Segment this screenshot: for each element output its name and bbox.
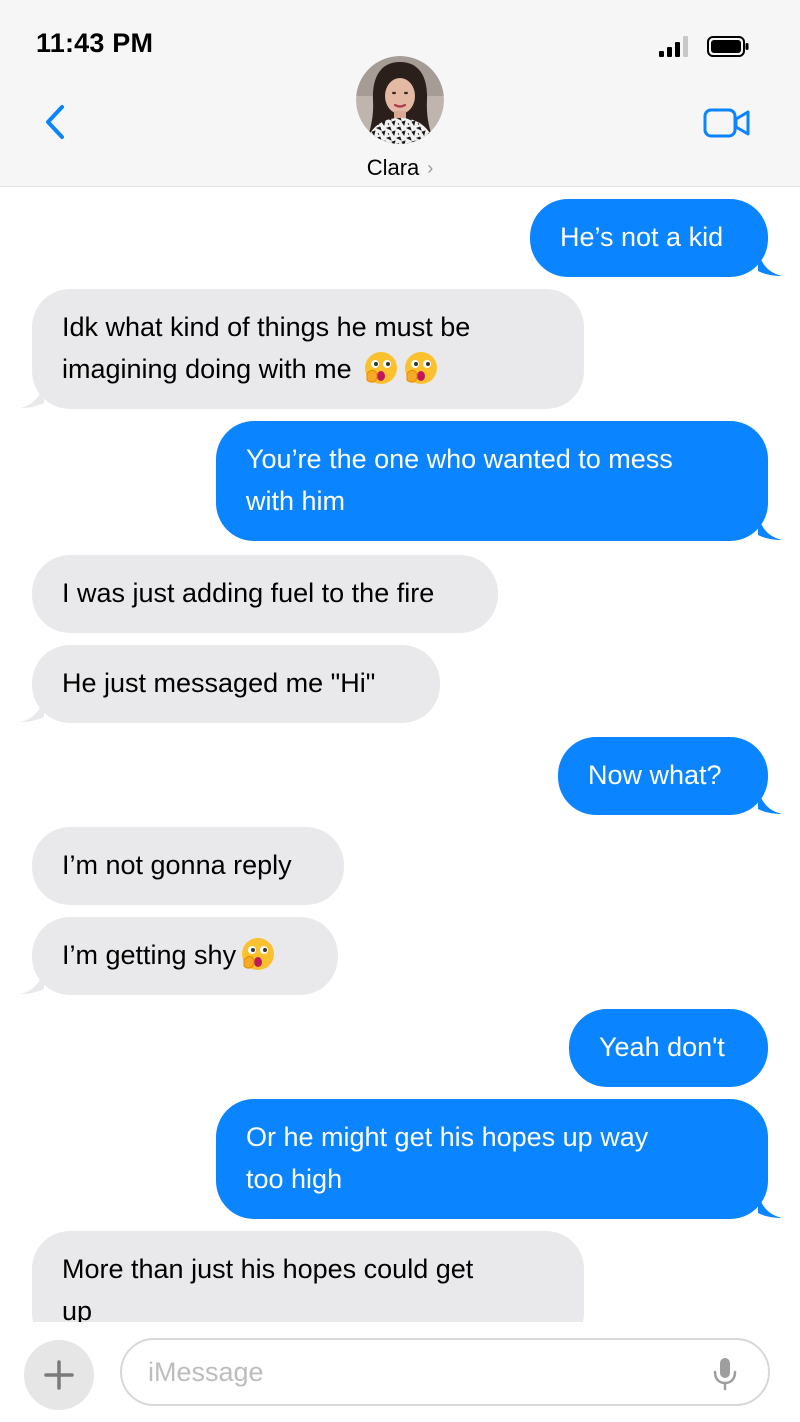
apps-plus-button[interactable] [24,1340,94,1410]
message-thread[interactable]: He’s not a kid Idk what kind of things h… [0,187,800,1322]
bubble-tail [758,1191,782,1218]
message-text: He’s not a kid [560,222,724,252]
message-text: Yeah don't [599,1032,725,1062]
incoming-message[interactable]: I’m not gonna reply [32,827,344,905]
message-text-line: too high [246,1164,343,1194]
contact-details-chevron-icon: › [427,158,434,178]
bubble-tail [758,513,782,540]
bubble-tail [20,967,44,994]
message-text: Now what? [588,760,722,790]
cellular-signal-icon [659,35,689,57]
imessage-screen: 11:43 PM Clara › He’s not a kid Idk what… [0,0,800,1422]
bubble-tail [20,695,44,722]
message-text-line: imagining doing with me [62,348,554,390]
back-chevron-icon[interactable] [40,104,70,140]
message-text-line: with him [246,486,346,516]
message-text: I’m getting shy [62,940,237,970]
outgoing-message[interactable]: Yeah don't [569,1009,768,1087]
status-bar-time: 11:43 PM [36,28,154,58]
contact-name-button[interactable]: Clara › [0,155,800,181]
shy-face-emoji-icon [365,352,398,384]
incoming-message[interactable]: More than just his hopes could get up [32,1231,584,1322]
outgoing-message[interactable]: Or he might get his hopes up way too hig… [216,1099,768,1219]
battery-icon [707,36,749,57]
message-text: I’m not gonna reply [62,850,292,880]
message-text: I was just adding fuel to the fire [62,578,435,608]
incoming-message[interactable]: He just messaged me "Hi" [32,645,440,723]
message-text-line: Or he might get his hopes up way [246,1122,649,1152]
conversation-header: 11:43 PM Clara › [0,0,800,187]
message-text-line: Idk what kind of things he must be [62,312,471,342]
bubble-tail [20,381,44,408]
incoming-message[interactable]: I’m getting shy [32,917,338,995]
outgoing-message[interactable]: Now what? [558,737,768,815]
message-composer [0,1322,800,1422]
incoming-message[interactable]: I was just adding fuel to the fire [32,555,498,633]
outgoing-message[interactable]: He’s not a kid [530,199,768,277]
video-camera-icon[interactable] [703,107,751,139]
contact-name: Clara [366,155,420,180]
incoming-message[interactable]: Idk what kind of things he must be imagi… [32,289,584,409]
message-text-line: More than just his hopes could get [62,1254,474,1284]
shy-face-emoji-icon [405,352,438,384]
bubble-tail [758,249,782,276]
shy-face-emoji-icon [242,938,275,970]
contact-avatar[interactable] [356,56,444,144]
message-text-line: up [62,1296,93,1322]
message-text-line: You’re the one who wanted to mess [246,444,673,474]
message-text: He just messaged me "Hi" [62,668,376,698]
outgoing-message[interactable]: You’re the one who wanted to mess with h… [216,421,768,541]
plus-icon [44,1360,74,1390]
bubble-tail [758,787,782,814]
imessage-input[interactable] [120,1338,770,1406]
microphone-icon[interactable] [712,1356,738,1392]
